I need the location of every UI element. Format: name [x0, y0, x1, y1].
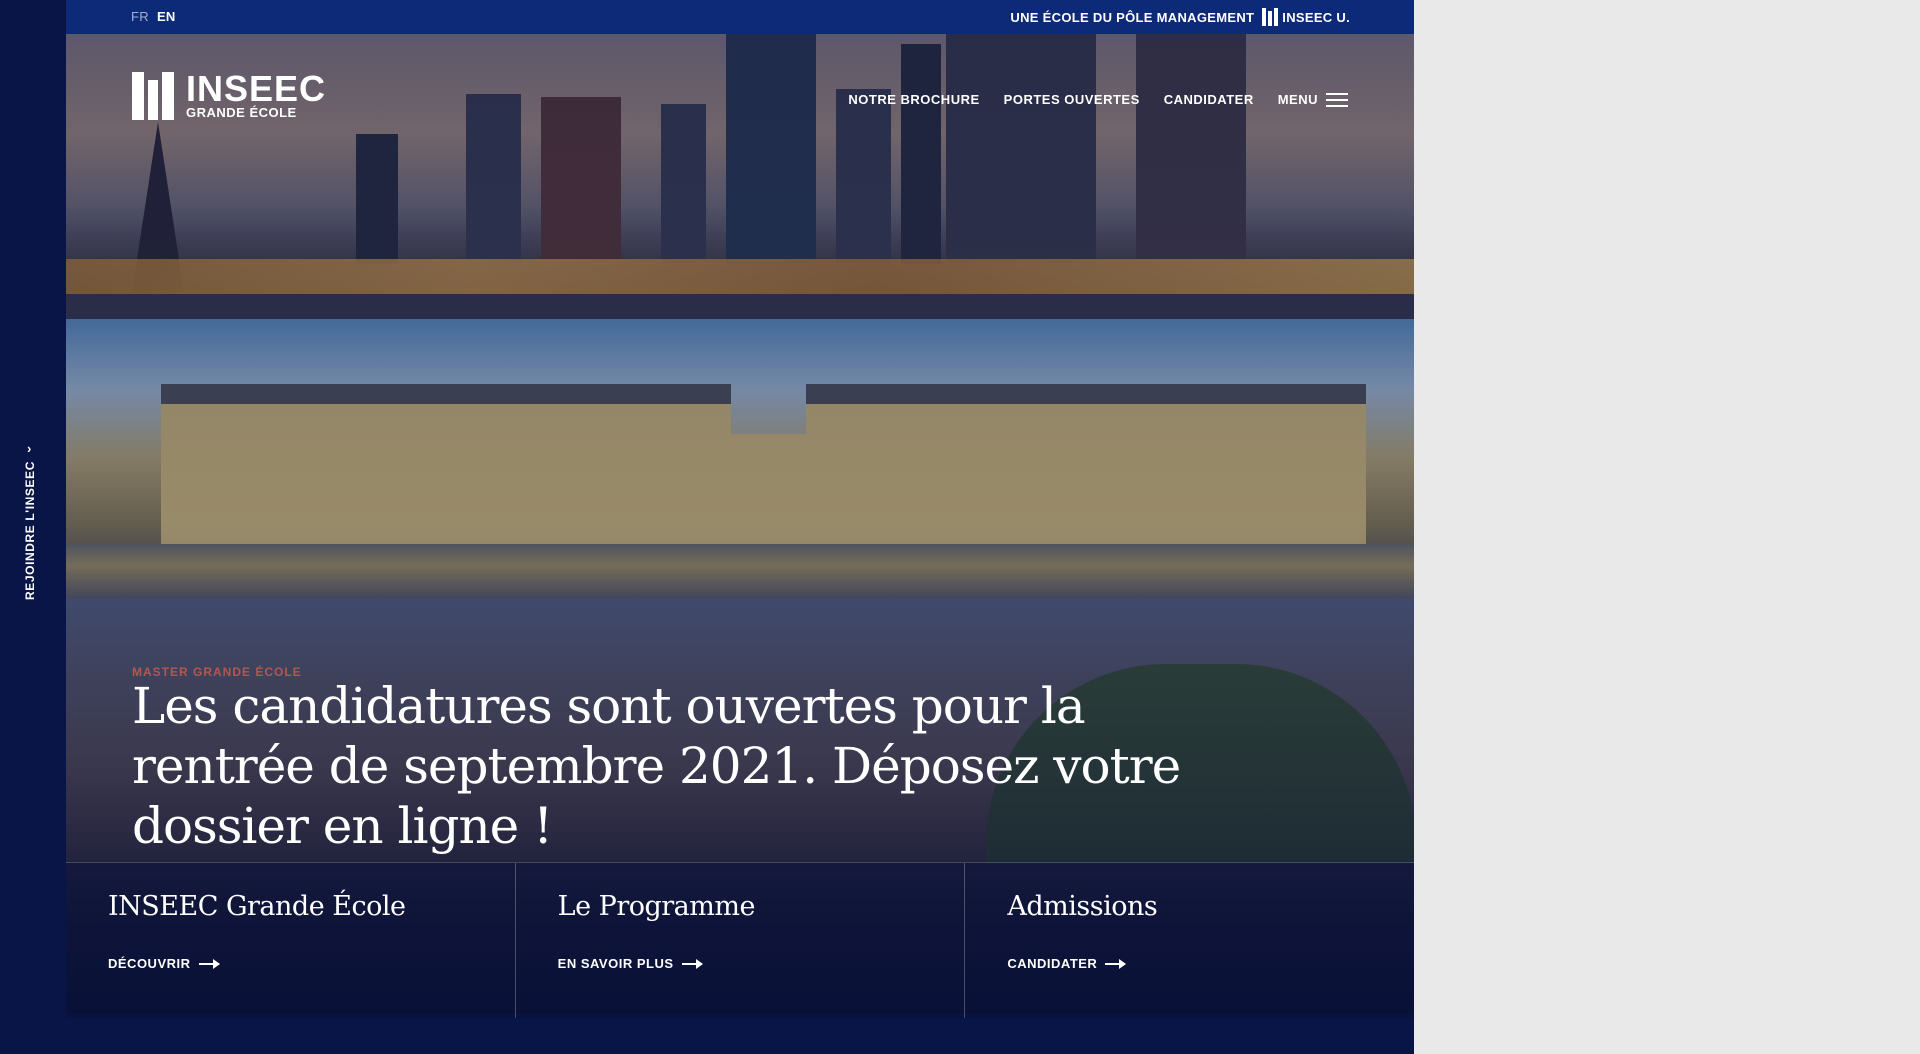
menu-button[interactable]: MENU	[1278, 92, 1348, 107]
hamburger-icon	[1326, 92, 1348, 107]
card-admissions: Admissions CANDIDATER	[965, 863, 1414, 1018]
school-note-text: UNE ÉCOLE DU PÔLE MANAGEMENT	[1010, 9, 1255, 25]
side-rail: REJOINDRE L'INSEEC ›	[0, 0, 66, 1054]
join-inseec-link[interactable]: REJOINDRE L'INSEEC ›	[22, 441, 37, 600]
logo-mark-icon	[1262, 8, 1279, 26]
card-link-label: DÉCOUVRIR	[108, 956, 191, 971]
inseec-u-logo: INSEEC U.	[1262, 8, 1350, 26]
logo-text: INSEEC GRANDE ÉCOLE	[186, 67, 327, 120]
hero-headline: Les candidatures sont ouvertes pour la r…	[132, 677, 1181, 855]
en-savoir-plus-link[interactable]: EN SAVOIR PLUS	[558, 956, 923, 971]
language-switcher: FR EN	[131, 9, 176, 24]
card-title: Le Programme	[557, 891, 756, 922]
arrow-right-icon	[198, 958, 220, 969]
card-link-label: CANDIDATER	[1007, 956, 1098, 971]
arrow-right-icon	[681, 958, 703, 969]
nav-candidater[interactable]: CANDIDATER	[1164, 92, 1254, 107]
inseec-logo[interactable]: INSEEC GRANDE ÉCOLE	[132, 67, 327, 120]
top-bar: FR EN UNE ÉCOLE DU PÔLE MANAGEMENT INSEE…	[66, 0, 1414, 34]
candidater-link[interactable]: CANDIDATER	[1007, 956, 1372, 971]
lang-fr-link[interactable]: FR	[131, 9, 149, 24]
lang-en-link[interactable]: EN	[157, 9, 176, 24]
join-inseec-label: REJOINDRE L'INSEEC	[22, 460, 37, 600]
logo-mark-icon	[132, 72, 176, 120]
parent-school-link[interactable]: UNE ÉCOLE DU PÔLE MANAGEMENT INSEEC U.	[1010, 8, 1350, 26]
nav-portes-ouvertes[interactable]: PORTES OUVERTES	[1004, 92, 1140, 107]
card-link-label: EN SAVOIR PLUS	[557, 956, 674, 971]
main-nav: NOTRE BROCHURE PORTES OUVERTES CANDIDATE…	[848, 92, 1348, 107]
menu-label: MENU	[1277, 92, 1318, 107]
card-title: Admissions	[1007, 891, 1158, 922]
card-title: INSEEC Grande École	[108, 891, 406, 922]
nav-brochure[interactable]: NOTRE BROCHURE	[848, 92, 979, 107]
inseec-u-text: INSEEC U.	[1282, 9, 1350, 25]
logo-main: INSEEC	[186, 67, 327, 109]
decouvrir-link[interactable]: DÉCOUVRIR	[108, 956, 473, 971]
card-programme: Le Programme EN SAVOIR PLUS	[516, 863, 966, 1018]
feature-cards: INSEEC Grande École DÉCOUVRIR Le Program…	[66, 862, 1414, 1018]
chevron-right-icon: ›	[27, 441, 32, 457]
page: FR EN UNE ÉCOLE DU PÔLE MANAGEMENT INSEE…	[66, 0, 1414, 1054]
arrow-right-icon	[1105, 958, 1127, 969]
card-grande-ecole: INSEEC Grande École DÉCOUVRIR	[66, 863, 516, 1018]
